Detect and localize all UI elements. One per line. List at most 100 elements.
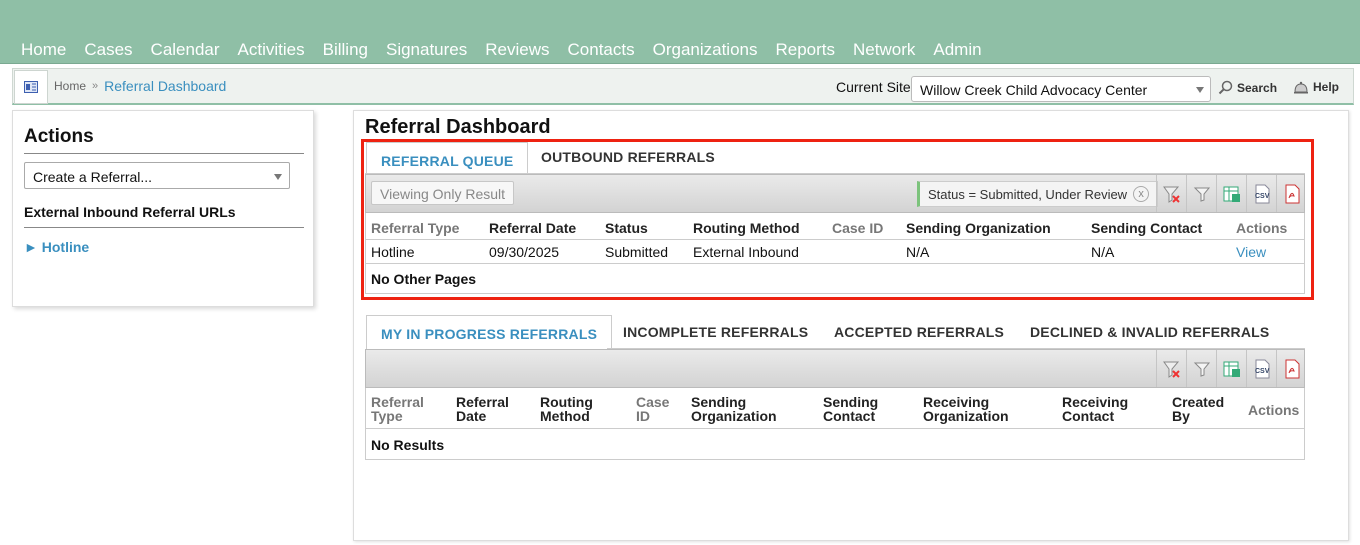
column-header-line: By: [1172, 408, 1190, 424]
queue-toolbar: Viewing Only Result Status = Submitted, …: [365, 174, 1305, 213]
column-header-referral-type[interactable]: Referral Type: [371, 220, 459, 236]
cell-sending-contact: N/A: [1091, 244, 1115, 260]
nav-admin[interactable]: Admin: [924, 40, 990, 60]
nav-signatures[interactable]: Signatures: [377, 40, 476, 60]
divider: [365, 428, 1305, 429]
pagination-status: No Other Pages: [371, 271, 477, 287]
view-link[interactable]: View: [1236, 244, 1266, 260]
clear-filter-button[interactable]: [1156, 350, 1186, 387]
actions-title: Actions: [24, 126, 94, 147]
pdf-export-button[interactable]: [1276, 175, 1306, 212]
help-label: Help: [1313, 80, 1340, 94]
filter-button[interactable]: [1186, 175, 1216, 212]
column-header-label: Actions: [1236, 220, 1288, 236]
sidebar-toggle-button[interactable]: [14, 70, 48, 104]
csv-export-button[interactable]: CSV: [1246, 175, 1276, 212]
column-header-referral-date[interactable]: Referral Date: [489, 220, 576, 236]
empty-results-text: No Results: [371, 437, 445, 453]
cell-sending-organization: N/A: [906, 244, 930, 260]
tab-declined-invalid-referrals[interactable]: DECLINED & INVALID REFERRALS: [1030, 324, 1269, 340]
tab-my-in-progress-referrals[interactable]: MY IN PROGRESS REFERRALS: [366, 315, 613, 352]
column-header-receiving-organization[interactable]: Receiving Organization: [923, 395, 1009, 423]
column-header-line: Contact: [1062, 408, 1115, 424]
cell-referral-type: Hotline: [371, 244, 415, 260]
nav-billing[interactable]: Billing: [314, 40, 377, 60]
clear-filter-icon: [1162, 186, 1180, 203]
nav-home[interactable]: Home: [12, 40, 75, 60]
column-header-actions: Actions: [1248, 402, 1299, 418]
divider: [365, 239, 1305, 240]
column-header-sending-contact[interactable]: Sending Contact: [1091, 220, 1202, 236]
nav-organizations[interactable]: Organizations: [644, 40, 767, 60]
viewing-only-result-button[interactable]: Viewing Only Result: [371, 181, 515, 205]
column-header-line: Receiving: [1062, 394, 1129, 410]
column-header-line: Contact: [823, 408, 876, 424]
column-header-status[interactable]: Status: [605, 220, 648, 236]
create-referral-select[interactable]: Create a Referral...: [24, 162, 290, 189]
nav-contacts[interactable]: Contacts: [559, 40, 644, 60]
column-header-routing-method[interactable]: Routing Method: [540, 395, 593, 423]
column-header-referral-date[interactable]: Referral Date: [456, 395, 509, 423]
divider: [365, 263, 1305, 264]
nav-activities[interactable]: Activities: [229, 40, 314, 60]
csv-export-button[interactable]: CSV: [1246, 350, 1276, 387]
page-title: Referral Dashboard: [365, 116, 551, 138]
column-header-referral-type[interactable]: Referral Type: [371, 395, 424, 423]
column-header-line: Organization: [691, 408, 777, 424]
column-header-line: Sending: [691, 394, 747, 410]
clear-filter-icon: [1162, 361, 1180, 378]
grid-border: [365, 388, 366, 460]
tab-accepted-referrals[interactable]: ACCEPTED REFERRALS: [834, 324, 1004, 340]
excel-export-button[interactable]: [1216, 350, 1246, 387]
status-filter-chip[interactable]: Status = Submitted, Under Review x: [917, 181, 1159, 207]
current-site-select[interactable]: Willow Creek Child Advocacy Center: [911, 76, 1211, 102]
tab-outbound-referrals[interactable]: OUTBOUND REFERRALS: [541, 149, 715, 165]
breadcrumb-current[interactable]: Referral Dashboard: [104, 78, 226, 94]
column-header-line: Routing: [540, 394, 593, 410]
column-header-line: Created: [1172, 394, 1225, 410]
help-link[interactable]: Help: [1293, 80, 1339, 94]
tab-incomplete-referrals[interactable]: INCOMPLETE REFERRALS: [623, 324, 808, 340]
hotline-link[interactable]: ► Hotline: [24, 239, 89, 255]
cell-routing-method: External Inbound: [693, 244, 799, 260]
column-header-sending-contact[interactable]: Sending Contact: [823, 395, 878, 423]
excel-export-icon: [1223, 361, 1240, 377]
sidebar-toggle-icon: [24, 81, 38, 93]
column-header-line: Receiving: [923, 394, 990, 410]
search-link[interactable]: Search: [1218, 80, 1277, 95]
column-header-created-by[interactable]: Created By: [1172, 395, 1224, 423]
column-header-sending-organization[interactable]: Sending Organization: [906, 220, 1051, 236]
column-header-actions: Actions: [1236, 220, 1287, 236]
progress-toolbar: CSV: [365, 349, 1305, 388]
column-header-routing-method[interactable]: Routing Method: [693, 220, 800, 236]
search-label: Search: [1237, 80, 1278, 95]
actions-panel: Actions Create a Referral... External In…: [12, 110, 314, 307]
nav-cases[interactable]: Cases: [75, 40, 141, 60]
nav-network[interactable]: Network: [844, 40, 924, 60]
column-header-receiving-contact[interactable]: Receiving Contact: [1062, 395, 1128, 423]
current-site-value: Willow Creek Child Advocacy Center: [920, 82, 1148, 98]
filter-button[interactable]: [1186, 350, 1216, 387]
clear-filter-button[interactable]: [1156, 175, 1186, 212]
excel-export-icon: [1223, 186, 1240, 202]
pdf-export-icon: [1285, 359, 1299, 378]
breadcrumb-home[interactable]: Home: [54, 79, 86, 93]
column-header-case-id[interactable]: Case ID: [636, 395, 669, 423]
nav-reports[interactable]: Reports: [767, 40, 845, 60]
nav-calendar[interactable]: Calendar: [142, 40, 229, 60]
excel-export-button[interactable]: [1216, 175, 1246, 212]
chevron-down-icon: [1196, 87, 1204, 93]
column-header-label: Case ID: [832, 220, 884, 236]
nav-reviews[interactable]: Reviews: [476, 40, 558, 60]
column-header-line: Method: [540, 408, 590, 424]
status-filter-label: Status = Submitted, Under Review: [928, 186, 1128, 202]
divider: [24, 153, 304, 154]
column-header-case-id[interactable]: Case ID: [832, 220, 883, 236]
filter-icon: [1193, 362, 1210, 377]
csv-export-icon: CSV: [1255, 359, 1269, 378]
grid-border: [1304, 388, 1305, 460]
cell-referral-date: 09/30/2025: [489, 244, 560, 260]
pdf-export-button[interactable]: [1276, 350, 1306, 387]
column-header-sending-organization[interactable]: Sending Organization: [691, 395, 777, 423]
remove-filter-icon[interactable]: x: [1133, 186, 1150, 202]
